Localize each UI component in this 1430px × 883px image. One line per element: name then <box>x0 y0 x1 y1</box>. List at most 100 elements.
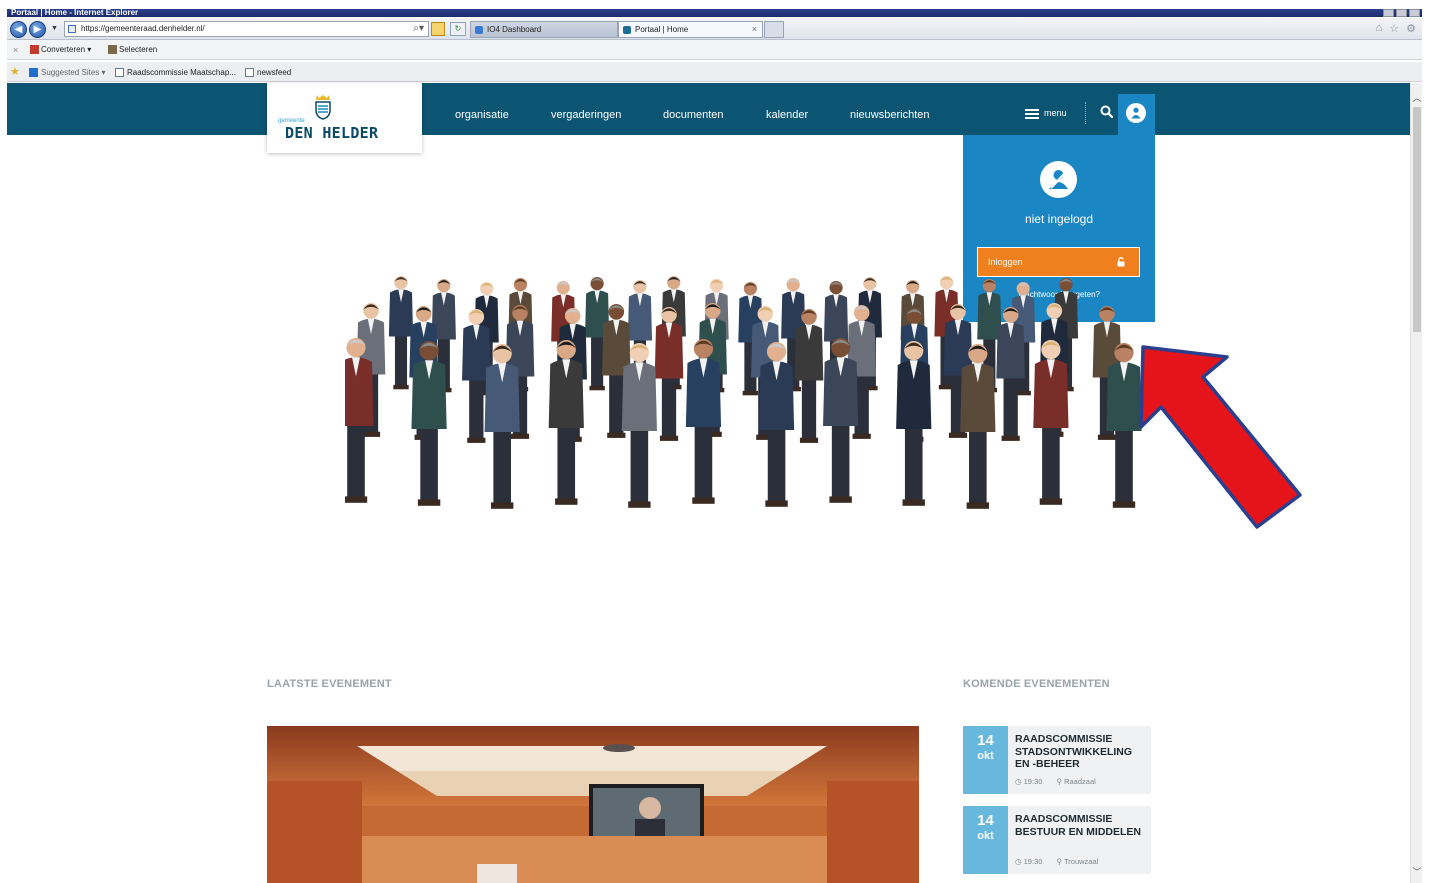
council-group-photo <box>345 276 1142 509</box>
event-time: ◷ 19:30 <box>1015 857 1043 866</box>
convert-button[interactable]: Converteren ▾ <box>30 45 91 55</box>
page-icon <box>68 25 76 33</box>
den-helder-crest-icon <box>315 95 331 120</box>
person-figure <box>388 276 414 390</box>
window-titlebar: Portaal | Home - Internet Explorer <box>7 9 1422 17</box>
event-day: 14 <box>977 812 994 829</box>
menu-label: menu <box>1044 108 1067 118</box>
person-figure <box>758 342 795 507</box>
person-figure <box>960 344 996 509</box>
window-title: Portaal | Home - Internet Explorer <box>11 9 139 17</box>
restore-button[interactable] <box>1396 9 1407 17</box>
favorites-bar: ★ Suggested Sites ▾ Raadscommissie Maats… <box>7 62 1422 82</box>
hamburger-icon <box>1025 108 1039 119</box>
event-day: 14 <box>977 732 994 749</box>
close-window-button[interactable] <box>1409 9 1420 17</box>
person-figure <box>794 309 824 443</box>
person-figure <box>1033 340 1069 505</box>
person-figure <box>896 341 932 506</box>
red-arrow-annotation <box>1139 345 1302 529</box>
person-figure <box>411 341 447 506</box>
person-figure <box>996 307 1025 441</box>
favorites-star-icon[interactable]: ☆ <box>1389 22 1399 35</box>
event-location: ⚲ Trouwzaal <box>1056 857 1099 866</box>
person-figure <box>685 339 722 504</box>
url-input[interactable]: https://gemeenteraad.denhelder.nl/ ⌕▾ <box>64 21 429 37</box>
tab-portaal-home[interactable]: Portaal | Home × <box>618 21 763 38</box>
event-date-badge: 14 okt <box>963 726 1008 794</box>
back-button[interactable]: ◀ <box>10 21 27 38</box>
forward-button[interactable]: ▶ <box>29 21 46 38</box>
user-icon <box>1131 107 1141 119</box>
bing-icon <box>29 68 38 78</box>
favorite-raadscommissie[interactable]: Raadscommissie Maatschap... <box>115 68 236 78</box>
close-tab-icon[interactable]: × <box>752 22 757 37</box>
refresh-icon[interactable]: ↻ <box>450 22 466 36</box>
upcoming-events-heading: KOMENDE EVENEMENTEN <box>963 678 1110 690</box>
person-figure <box>484 344 520 509</box>
user-avatar <box>1126 103 1146 123</box>
browser-tools: ⌂ ☆ ⚙ <box>1376 22 1416 35</box>
person-figure <box>823 338 859 503</box>
page-icon <box>245 68 254 78</box>
menu-button[interactable]: menu <box>1025 105 1067 121</box>
site-logo[interactable]: gemeente DEN HELDER <box>267 83 422 153</box>
map-pin-icon: ⚲ <box>1056 777 1065 786</box>
person-figure <box>621 343 657 508</box>
page-left-border <box>0 83 7 883</box>
upcoming-event-card[interactable]: 14 okt RAADSCOMMISSIE BESTUUR EN MIDDELE… <box>963 806 1151 874</box>
logo-text: DEN HELDER <box>285 124 379 142</box>
page-icon <box>115 68 124 78</box>
anonymous-user-avatar <box>1040 161 1077 198</box>
event-title[interactable]: RAADSCOMMISSIE STADSONTWIKKELING EN -BEH… <box>1015 733 1147 771</box>
latest-event-photo[interactable] <box>267 726 919 883</box>
page-scrollbar[interactable]: ︿ ﹀ <box>1410 83 1422 883</box>
nav-documenten[interactable]: documenten <box>663 109 724 121</box>
tab-io4-dashboard[interactable]: IO4 Dashboard <box>470 21 618 38</box>
scrollbar-thumb[interactable] <box>1413 107 1421 332</box>
clock-icon: ◷ <box>1015 857 1024 866</box>
event-month: okt <box>977 830 994 842</box>
search-icon[interactable] <box>1099 104 1115 120</box>
event-meta: ◷ 19:30 ⚲ Trouwzaal <box>1015 857 1110 866</box>
address-search-icon[interactable]: ⌕▾ <box>413 22 424 36</box>
upcoming-event-card[interactable]: 14 okt RAADSCOMMISSIE STADSONTWIKKELING … <box>963 726 1151 794</box>
person-figure <box>345 338 374 503</box>
window-controls <box>1383 9 1420 17</box>
unlock-icon <box>1117 257 1125 267</box>
favorite-newsfeed[interactable]: newsfeed <box>245 68 291 78</box>
minimize-button[interactable] <box>1383 9 1394 17</box>
scroll-down-icon[interactable]: ﹀ <box>1411 865 1423 879</box>
user-menu-button[interactable] <box>1118 94 1155 135</box>
people-group <box>345 276 1142 509</box>
address-bar: ◀ ▶ ▼ https://gemeenteraad.denhelder.nl/… <box>7 18 1422 40</box>
lock-icon[interactable] <box>431 22 445 36</box>
event-location: ⚲ Raadzaal <box>1056 777 1096 786</box>
event-title[interactable]: RAADSCOMMISSIE BESTUUR EN MIDDELEN <box>1015 813 1147 838</box>
nav-divider <box>1085 102 1086 124</box>
tab-label: Portaal | Home <box>635 25 689 34</box>
nav-nieuwsberichten[interactable]: nieuwsberichten <box>850 109 930 121</box>
home-icon[interactable]: ⌂ <box>1376 22 1383 35</box>
nav-vergaderingen[interactable]: vergaderingen <box>551 109 621 121</box>
gear-icon[interactable]: ⚙ <box>1406 22 1416 35</box>
event-meta: ◷ 19:30 ⚲ Raadzaal <box>1015 777 1108 786</box>
command-bar: × Converteren ▾ Selecteren <box>7 40 1422 60</box>
tab-label: IO4 Dashboard <box>487 25 542 34</box>
select-icon <box>108 45 117 55</box>
nav-organisatie[interactable]: organisatie <box>455 109 509 121</box>
login-button-label: Inloggen <box>988 257 1023 267</box>
favorites-star-icon[interactable]: ★ <box>10 65 20 78</box>
new-tab-button[interactable] <box>764 21 784 38</box>
event-time: ◷ 19:30 <box>1015 777 1043 786</box>
close-toolbar-icon[interactable]: × <box>13 45 18 55</box>
pdf-icon <box>30 45 39 55</box>
select-button[interactable]: Selecteren <box>108 45 157 55</box>
favorite-suggested-sites[interactable]: Suggested Sites ▾ <box>29 68 106 78</box>
history-dropdown-icon[interactable]: ▼ <box>51 25 58 32</box>
scroll-up-icon[interactable]: ︿ <box>1411 91 1423 105</box>
map-pin-icon: ⚲ <box>1056 857 1064 866</box>
latest-event-heading: LAATSTE EVENEMENT <box>267 678 392 690</box>
tab-favicon-icon <box>475 26 483 34</box>
nav-kalender[interactable]: kalender <box>766 109 808 121</box>
